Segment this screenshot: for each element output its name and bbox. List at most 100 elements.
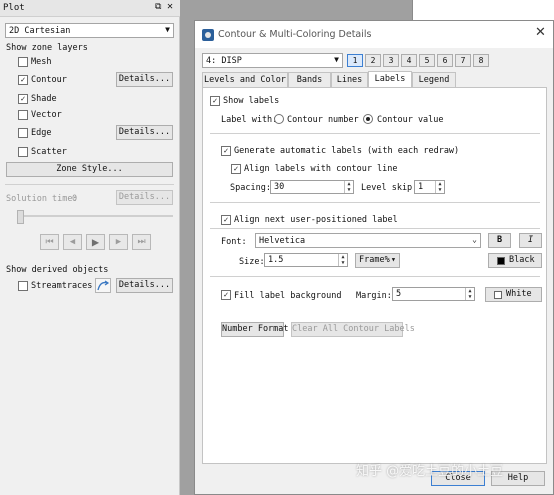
close-icon[interactable]: ✕: [167, 1, 177, 13]
group-button-2[interactable]: 2: [365, 54, 381, 67]
contour-group-select[interactable]: 4: DISP ▼: [202, 53, 343, 68]
edge-details-button[interactable]: Details...: [116, 125, 173, 140]
level-skip-value: 1: [418, 182, 424, 192]
solution-time-value: 0: [72, 194, 78, 204]
align-labels-label: Align labels with contour line: [244, 164, 398, 174]
italic-button[interactable]: I: [519, 233, 542, 248]
divider: [210, 228, 540, 229]
mesh-label: Mesh: [31, 57, 52, 67]
spacing-input[interactable]: 30 ▲ ▼: [270, 180, 354, 194]
label-with-label: Label with:: [221, 115, 278, 125]
streamtraces-checkbox[interactable]: [18, 281, 28, 291]
label-color-button[interactable]: Black: [488, 253, 542, 268]
contour-details-dialog: Contour & Multi-Coloring Details ✕ 4: DI…: [194, 20, 554, 495]
contour-number-label: Contour number: [287, 115, 359, 125]
plot-panel-title: Plot: [3, 3, 25, 13]
vector-checkbox[interactable]: [18, 110, 28, 120]
tab-lines[interactable]: Lines: [331, 72, 368, 87]
divider: [210, 202, 540, 203]
play-icon[interactable]: ▶: [86, 234, 105, 250]
chevron-down-icon: ▼: [334, 55, 339, 64]
fill-color-button[interactable]: White: [485, 287, 542, 302]
chevron-down-icon: ▼: [165, 25, 170, 34]
divider: [5, 184, 174, 185]
app-icon: [202, 29, 214, 41]
clear-labels-button[interactable]: Clear All Contour Labels: [291, 322, 415, 337]
chevron-down-icon: ▾: [390, 255, 396, 265]
shade-checkbox[interactable]: ✓: [18, 94, 28, 104]
tab-bands[interactable]: Bands: [288, 72, 331, 87]
margin-label: Margin:: [356, 291, 392, 301]
tab-levels-and-color[interactable]: Levels and Color: [202, 72, 288, 87]
level-skip-label: Level skip:: [361, 183, 418, 193]
spacing-label: Spacing:: [230, 183, 271, 193]
plot-canvas: [412, 0, 554, 20]
edge-label: Edge: [31, 128, 52, 138]
contour-checkbox[interactable]: ✓: [18, 75, 28, 85]
fill-color-value: White: [506, 289, 532, 299]
size-units-select[interactable]: Frame% ▾: [355, 253, 400, 268]
pin-icon[interactable]: ⧉: [155, 2, 165, 13]
derived-objects-heading: Show derived objects: [6, 265, 109, 275]
step-forward-icon[interactable]: ▶: [109, 234, 128, 250]
white-swatch: [494, 291, 502, 299]
align-labels-checkbox[interactable]: ✓: [231, 164, 241, 174]
spinner-icon[interactable]: ▲ ▼: [338, 254, 347, 266]
tab-labels[interactable]: Labels: [368, 71, 412, 87]
font-value: Helvetica: [259, 236, 306, 246]
watermark: 知乎 @爱吃土豆的小土豆: [356, 464, 504, 479]
contour-details-button[interactable]: Details...: [116, 72, 173, 87]
level-skip-input[interactable]: 1 ▲ ▼: [414, 180, 445, 194]
align-next-label-label: Align next user-positioned label: [234, 215, 398, 225]
contour-label: Contour: [31, 75, 67, 85]
streamtraces-details-button[interactable]: Details...: [116, 278, 173, 293]
vector-label: Vector: [31, 110, 62, 120]
contour-value-radio[interactable]: [363, 114, 373, 124]
size-input[interactable]: 1.5 ▲ ▼: [264, 253, 348, 267]
generate-auto-labels-label: Generate automatic labels (with each red…: [234, 146, 460, 156]
tab-legend[interactable]: Legend: [412, 72, 456, 87]
streamtrace-tool-icon[interactable]: [95, 278, 111, 293]
align-next-label-checkbox[interactable]: ✓: [221, 215, 231, 225]
group-button-7[interactable]: 7: [455, 54, 471, 67]
spinner-icon[interactable]: ▲ ▼: [465, 288, 474, 300]
font-label: Font:: [221, 237, 247, 247]
plot-type-value: 2D Cartesian: [9, 26, 71, 36]
spinner-icon[interactable]: ▲ ▼: [435, 181, 444, 193]
solution-details-button[interactable]: Details...: [116, 190, 173, 205]
skip-to-end-icon[interactable]: ⏭: [132, 234, 151, 250]
close-icon[interactable]: ✕: [535, 25, 551, 43]
group-button-6[interactable]: 6: [437, 54, 453, 67]
mesh-checkbox[interactable]: [18, 57, 28, 67]
bold-button[interactable]: B: [488, 233, 511, 248]
time-slider-thumb[interactable]: [17, 210, 24, 224]
group-button-4[interactable]: 4: [401, 54, 417, 67]
margin-input[interactable]: 5 ▲ ▼: [392, 287, 475, 301]
label-color-value: Black: [509, 255, 535, 265]
zone-style-button[interactable]: Zone Style...: [6, 162, 173, 177]
edge-checkbox[interactable]: [18, 128, 28, 138]
plot-type-select[interactable]: 2D Cartesian ▼: [5, 23, 174, 38]
skip-to-start-icon[interactable]: ⏮: [40, 234, 59, 250]
scatter-checkbox[interactable]: [18, 147, 28, 157]
group-button-8[interactable]: 8: [473, 54, 489, 67]
number-format-button[interactable]: Number Format: [221, 322, 289, 337]
step-back-icon[interactable]: ◀: [63, 234, 82, 250]
show-labels-checkbox[interactable]: ✓: [210, 96, 220, 106]
black-swatch: [497, 257, 505, 265]
font-select[interactable]: Helvetica ⌄: [255, 233, 481, 248]
solution-time-label: Solution time:: [6, 194, 78, 204]
size-units-value: Frame%: [359, 255, 390, 265]
group-button-1[interactable]: 1: [347, 54, 363, 67]
fill-background-checkbox[interactable]: ✓: [221, 290, 231, 300]
contour-number-radio[interactable]: [274, 114, 284, 124]
generate-auto-labels-checkbox[interactable]: ✓: [221, 146, 231, 156]
labels-tab-panel: ✓ Show labels Label with: Contour number…: [202, 87, 547, 464]
group-button-5[interactable]: 5: [419, 54, 435, 67]
spinner-icon[interactable]: ▲ ▼: [344, 181, 353, 193]
contour-value-label: Contour value: [377, 115, 444, 125]
spacing-value: 30: [274, 182, 285, 192]
group-button-3[interactable]: 3: [383, 54, 399, 67]
dialog-titlebar: Contour & Multi-Coloring Details ✕: [195, 21, 553, 48]
size-label: Size:: [239, 257, 265, 267]
